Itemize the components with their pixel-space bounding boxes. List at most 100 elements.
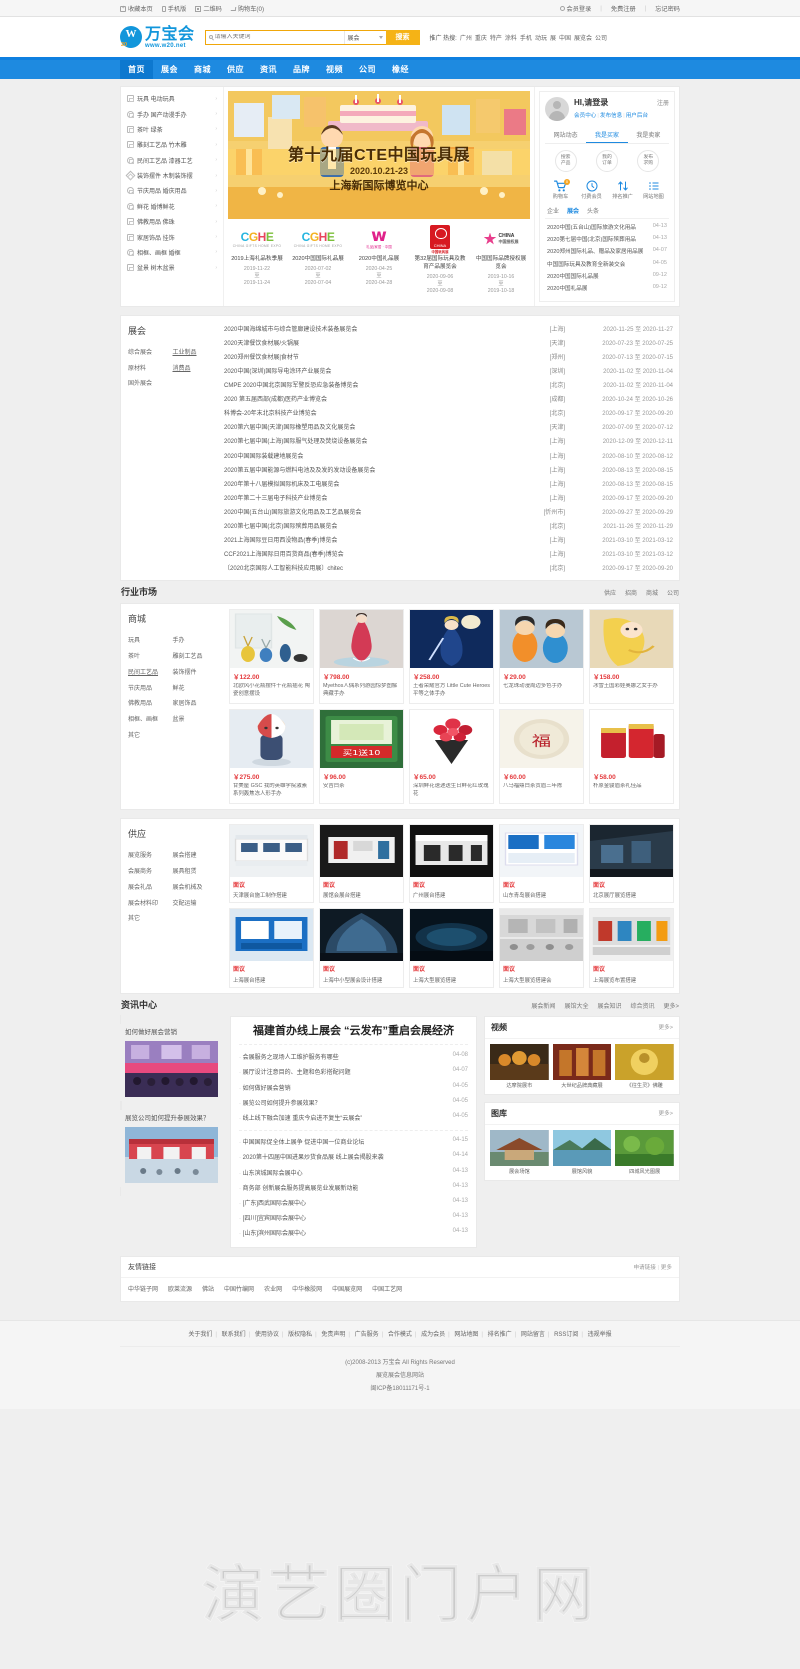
exhibition-row[interactable]: 2020第七届中国(上海)国际服气处理及焚烧设备展览会 [上海] 2020-12-0… <box>224 434 673 448</box>
footer-link-ads[interactable]: 广告服务 <box>355 1332 379 1338</box>
supply-tag[interactable]: 展会机械及 <box>173 878 218 894</box>
category-item-decor[interactable]: 装饰摆件 木制装饰摆 › <box>121 168 223 183</box>
mall-tag[interactable]: 民间工艺品 <box>128 663 173 679</box>
gallery-card[interactable]: 四城风光图展 <box>615 1129 674 1175</box>
side-news-row[interactable]: 2020中国(五台山)国际旅游文化用品 04-13 <box>545 221 669 233</box>
news-row[interactable]: [广东]西武国际会展中心 04-13 <box>239 1195 468 1210</box>
mall-tag[interactable]: 手办 <box>173 632 218 648</box>
nav-item-economy[interactable]: 橡经 <box>384 60 417 79</box>
supply-tag[interactable]: 会展商务 <box>128 863 173 879</box>
news-row[interactable]: 如何做好展会营销 04-05 <box>239 1079 468 1094</box>
product-card[interactable]: ￥158.00 冰雪王国彩娃奥娜之女手办 <box>589 608 674 704</box>
side-news-row[interactable]: 2020中国礼品展 09-12 <box>545 282 669 294</box>
supply-tag[interactable]: 其它 <box>128 910 173 926</box>
product-card[interactable]: ￥122.00 北欧风小花瓶摆件干花瓶插花 陶瓷创意摆设 <box>229 608 314 704</box>
mall-tag[interactable]: 盆景 <box>173 711 218 727</box>
news-row[interactable]: [山东]滨州国际会展中心 04-13 <box>239 1225 468 1240</box>
hot-word[interactable]: 公司 <box>595 33 607 42</box>
footer-link-terms[interactable]: 使用协议 <box>255 1332 279 1338</box>
topbar-register[interactable]: 免费注册 <box>611 4 636 13</box>
mall-tag[interactable]: 鲜花 <box>173 679 218 695</box>
supply-tag[interactable]: 交配运输 <box>173 894 218 910</box>
exhibition-tag[interactable]: 消费品 <box>173 360 218 375</box>
featured-article-title[interactable]: 福建首办线上展会 “云发布”重启会展经济 <box>239 1024 468 1046</box>
product-card[interactable]: 福 ￥60.00 八马福鼎白茶贡眉三年陈 <box>499 708 584 804</box>
quick-paid-member[interactable]: 付费会员 <box>576 179 607 200</box>
circle-publish-request[interactable]: 发布 求购 <box>637 150 660 172</box>
exhibition-row[interactable]: 2020中国(深圳)国际导电涂环产业展览会 [深圳] 2020-11-02 至 20… <box>224 363 673 377</box>
circle-search-product[interactable]: 搜索 产品 <box>554 150 577 172</box>
product-card[interactable]: ￥275.00 甘美屋 GSC 我的英雄学院激素系列轰焦冻人形手办 <box>229 708 314 804</box>
mall-tag[interactable]: 节庆用品 <box>128 679 173 695</box>
expo-card[interactable]: w 礼品|家居 · 中国 2020中国礼品展 2020-04-25 至 2020-0… <box>350 224 408 295</box>
nav-item-video[interactable]: 视频 <box>318 60 351 79</box>
product-card[interactable]: ￥798.00 Myethos人偶系列游园惊梦图解典藏手办 <box>319 608 404 704</box>
category-item-figures[interactable]: 手办 国产动漫手办 › <box>121 106 223 121</box>
news-link-exhibition-news[interactable]: 展会新闻 <box>531 1001 555 1010</box>
nav-item-home[interactable]: 首页 <box>120 60 153 79</box>
friend-link[interactable]: 中国竹编网 <box>224 1284 254 1293</box>
category-item-buddhism[interactable]: 佛教用品 佛珠 › <box>121 214 223 229</box>
market-link-invest[interactable]: 招商 <box>625 588 637 597</box>
footer-link-ranking[interactable]: 排名推广 <box>488 1332 512 1338</box>
footer-link-privacy[interactable]: 版权隐私 <box>288 1332 312 1338</box>
hero-banner[interactable]: 第十九届CTE中国玩具展 2020.10.21-23 上海新国际博览中心 <box>228 91 530 219</box>
gallery-more-link[interactable]: 更多> <box>659 1109 673 1117</box>
nav-item-company[interactable]: 公司 <box>351 60 384 79</box>
friend-link[interactable]: 中华橡胶网 <box>292 1284 322 1293</box>
search-box[interactable]: 展会 搜索 <box>204 29 420 45</box>
exhibition-row[interactable]: 2020天津餐饮食材展/火锅展 [天津] 2020-07-23 至 2020-07-… <box>224 335 673 349</box>
hot-word[interactable]: 广州 <box>460 33 472 42</box>
tab-site-news[interactable]: 网站动态 <box>545 127 586 143</box>
hot-word[interactable]: 中国 <box>559 33 571 42</box>
category-item-toys[interactable]: 玩具 电动玩具 › <box>121 91 223 106</box>
news-link-venues[interactable]: 展馆大全 <box>564 1001 588 1010</box>
mall-tag[interactable]: 装饰摆件 <box>173 663 218 679</box>
exhibition-row[interactable]: 科博会-20年末北京科技产业博览会 [北京] 2020-09-17 至 2020-0… <box>224 406 673 420</box>
nav-item-news[interactable]: 资讯 <box>252 60 285 79</box>
side-news-row[interactable]: 2020郑州国际礼品、赠品及家居用品展 04-07 <box>545 245 669 257</box>
topbar-qrcode[interactable]: 二维码 <box>195 4 222 13</box>
product-card[interactable]: 买1送10 ￥96.00 安吉白茶 <box>319 708 404 804</box>
category-item-folkcraft[interactable]: 民间工艺品 漆器工艺 › <box>121 153 223 168</box>
supply-card[interactable]: 面议 北京展厅展览搭建 <box>589 823 674 904</box>
category-item-frames[interactable]: 相框、画框 婚框 › <box>121 245 223 260</box>
footer-link-sitemap[interactable]: 网站地图 <box>454 1332 478 1338</box>
publish-info-link[interactable]: 发布信息 <box>600 113 622 119</box>
footer-link-about[interactable]: 关于我们 <box>188 1332 212 1338</box>
supply-card[interactable]: 面议 天津展台施工制作搭建 <box>229 823 314 904</box>
supply-card[interactable]: 面议 上海大型展览搭建会 <box>499 908 584 988</box>
topbar-mobile[interactable]: 手机版 <box>161 4 186 13</box>
mall-tag[interactable]: 相框、画框 <box>128 711 173 727</box>
supply-card[interactable]: 面议 上海大型展览搭建 <box>409 908 494 988</box>
search-button[interactable]: 搜索 <box>385 29 420 45</box>
hot-word[interactable]: 展览会 <box>574 33 592 42</box>
exhibition-tag[interactable]: 原材料 <box>128 360 173 375</box>
exhibition-tag[interactable]: 综合展会 <box>128 344 173 359</box>
exhibition-row[interactable]: 2020年第十八届模拟国际机床及工电展览会 [上海] 2020-08-13 至 20… <box>224 476 673 490</box>
exhibition-tag[interactable]: 工业制品 <box>173 344 218 359</box>
nav-item-brand[interactable]: 品牌 <box>285 60 318 79</box>
quick-rank-promotion[interactable]: 排名推广 <box>607 179 638 200</box>
news-row[interactable]: 商务部 创新展会服务提高展览业发展新动能 04-13 <box>239 1180 468 1195</box>
supply-tag[interactable]: 展具租赁 <box>173 863 218 879</box>
search-category-select[interactable]: 展会 <box>343 30 386 44</box>
topbar-forgot-password[interactable]: 忘记密码 <box>655 4 680 13</box>
promo-card[interactable]: 展览公司如何提升参展效果？ <box>120 1100 223 1196</box>
news-row[interactable]: 会展服务之现场人工维护服务有哪些 04-08 <box>239 1049 468 1064</box>
category-item-festival[interactable]: 节庆用品 婚庆用品 › <box>121 183 223 198</box>
promo-card[interactable]: 如何做好展会营销 <box>120 1014 223 1110</box>
category-item-home-decor[interactable]: 家居饰品 挂饰 › <box>121 229 223 244</box>
exhibition-row[interactable]: 2020第六届中国(天津)国际橡塑用品及文化展览会 [天津] 2020-07-09 … <box>224 420 673 434</box>
exhibition-row[interactable]: 〔2020北京国际人工智能科技应用展〕chitec [北京] 2020-09-17 … <box>224 561 673 575</box>
gallery-card[interactable]: 展会场馆 <box>490 1129 549 1175</box>
market-link-mall[interactable]: 商城 <box>646 588 658 597</box>
expo-card[interactable]: CGHE CHINA GIFTS HOME EXPO 2020中国国际礼品展 2… <box>289 224 347 295</box>
side-tab-exhibition[interactable]: 展会 <box>567 206 579 215</box>
market-link-supply[interactable]: 供应 <box>604 588 616 597</box>
footer-link-contact[interactable]: 联系我们 <box>222 1332 246 1338</box>
category-item-carving[interactable]: 雕刻工艺品 竹木雕 › <box>121 137 223 152</box>
exhibition-row[interactable]: 2020中国海绵城市与综合管廊建设技术装备展览会 [上海] 2020-11-25 至… <box>224 321 673 335</box>
friend-link[interactable]: 农业网 <box>264 1284 282 1293</box>
hot-word[interactable]: 展 <box>550 33 556 42</box>
